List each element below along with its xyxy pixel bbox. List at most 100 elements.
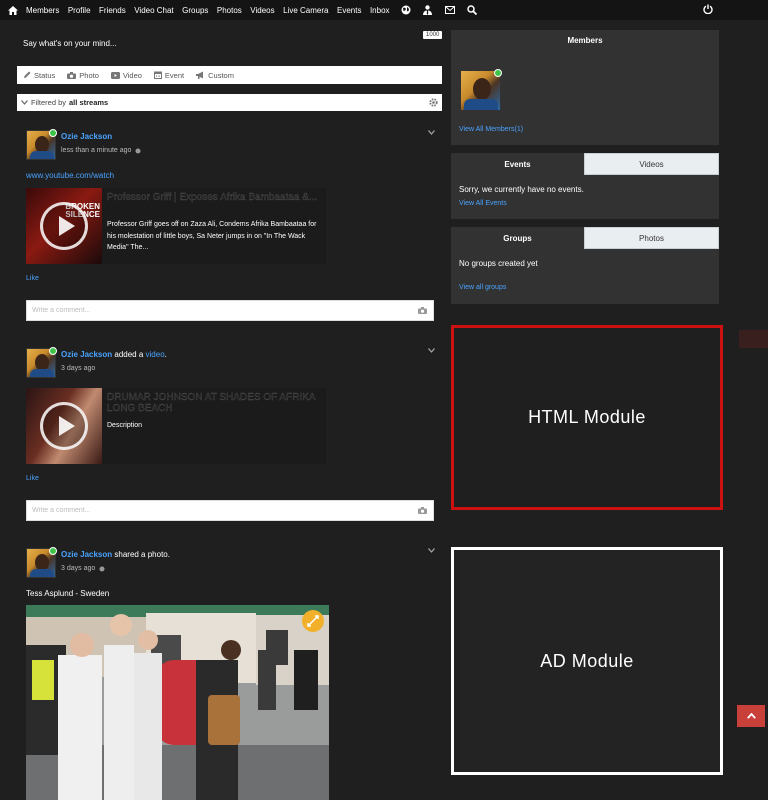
home-icon[interactable]: [0, 5, 26, 15]
side-tab-button[interactable]: [739, 330, 768, 348]
online-indicator: [49, 547, 57, 555]
tab-custom-label: Custom: [208, 70, 234, 80]
like-button[interactable]: Like: [26, 275, 39, 282]
post-action: added a: [114, 350, 144, 359]
post-action: shared a photo.: [114, 550, 170, 559]
stream-filter[interactable]: Filtered by all streams: [17, 94, 442, 111]
play-icon[interactable]: [40, 202, 88, 250]
avatar[interactable]: [26, 547, 57, 578]
view-all-events-link[interactable]: View All Events: [459, 200, 507, 207]
post-options-icon[interactable]: [428, 130, 435, 135]
tab-photos[interactable]: Photos: [584, 227, 719, 249]
avatar[interactable]: [26, 129, 57, 160]
online-indicator: [49, 347, 57, 355]
bullhorn-icon: [196, 71, 204, 79]
feed-post: Ozie Jackson shared a photo. 3 days ago: [26, 547, 436, 578]
post-author-name[interactable]: Ozie Jackson: [61, 550, 112, 559]
embed-title[interactable]: Professor Griff | Exposes Afrika Bambaat…: [107, 192, 322, 203]
camera-icon[interactable]: [418, 507, 427, 516]
tab-video[interactable]: Video: [110, 70, 142, 80]
tab-status-label: Status: [34, 70, 56, 80]
video-embed[interactable]: BROKEN SILENCE Professor Griff | Exposes…: [26, 188, 326, 264]
video-thumbnail[interactable]: [26, 388, 102, 464]
tab-groups[interactable]: Groups: [451, 227, 584, 249]
char-counter: 1000: [423, 31, 443, 39]
comment-placeholder: Write a comment...: [32, 507, 91, 514]
filter-prefix: Filtered by: [31, 98, 67, 107]
nav-events[interactable]: Events: [337, 6, 361, 15]
post-author[interactable]: Ozie Jackson: [61, 132, 112, 141]
members-widget: Members View All Members(1): [451, 30, 719, 145]
groups-widget: Groups Photos No groups created yet View…: [451, 227, 719, 304]
tab-events[interactable]: Events: [451, 153, 584, 175]
video-icon: [110, 71, 120, 79]
post-options-icon[interactable]: [428, 348, 435, 353]
feed-post: Ozie Jackson less than a minute ago: [26, 129, 436, 160]
tab-photo-label: Photo: [79, 70, 99, 80]
globe-privacy-icon[interactable]: [135, 148, 141, 154]
online-indicator: [494, 69, 502, 77]
comment-input[interactable]: Write a comment...: [26, 300, 434, 321]
members-title: Members: [567, 36, 603, 45]
embed-description: Professor Griff goes off on Zaza Ali, Co…: [107, 221, 317, 251]
nav-groups[interactable]: Groups: [182, 6, 208, 15]
globe-privacy-icon[interactable]: [99, 566, 105, 572]
nav-friends[interactable]: Friends: [99, 6, 126, 15]
events-empty-message: Sorry, we currently have no events.: [459, 185, 584, 194]
globe-icon[interactable]: [398, 4, 413, 16]
html-module: HTML Module: [451, 325, 723, 510]
nav-live-camera[interactable]: Live Camera: [283, 6, 328, 15]
video-thumbnail[interactable]: BROKEN SILENCE: [26, 188, 102, 264]
view-all-groups-link[interactable]: View all groups: [459, 284, 506, 291]
calendar-icon: [153, 71, 162, 79]
shared-photo[interactable]: [26, 605, 329, 800]
embed-title[interactable]: DRUMAR JOHNSON AT SHADES OF AFRIKA LONG …: [107, 392, 322, 414]
user-tie-icon[interactable]: [420, 4, 435, 16]
pencil-icon: [24, 71, 31, 78]
post-link[interactable]: www.youtube.com/watch: [26, 171, 114, 180]
post-author: Ozie Jackson shared a photo.: [61, 550, 170, 559]
power-icon[interactable]: [703, 4, 713, 16]
tab-custom[interactable]: Custom: [196, 71, 234, 80]
comment-placeholder: Write a comment...: [32, 307, 91, 314]
filter-value: all streams: [69, 98, 109, 107]
tab-event-label: Event: [164, 70, 185, 80]
member-avatar[interactable]: [460, 69, 502, 111]
nav-inbox[interactable]: Inbox: [370, 6, 390, 15]
nav-profile[interactable]: Profile: [68, 6, 91, 15]
composer-tabs: Status Photo Video Event Custom: [17, 66, 442, 84]
nav-members[interactable]: Members: [26, 6, 59, 15]
post-time: less than a minute ago: [61, 147, 132, 154]
camera-icon[interactable]: [418, 307, 427, 316]
scroll-to-top-button[interactable]: [737, 705, 765, 727]
view-all-members-link[interactable]: View All Members(1): [459, 126, 523, 133]
post-options-icon[interactable]: [428, 548, 435, 553]
tab-video-label: Video: [122, 70, 142, 80]
street-scene-image: [26, 605, 329, 800]
gear-icon[interactable]: [429, 98, 438, 109]
envelope-icon[interactable]: [442, 4, 457, 16]
ad-module: AD Module: [451, 547, 723, 775]
nav-photos[interactable]: Photos: [217, 6, 242, 15]
tab-photo[interactable]: Photo: [67, 71, 99, 80]
composer-prompt[interactable]: Say what's on your mind...: [23, 39, 117, 48]
post-meta: 3 days ago: [61, 365, 95, 372]
chevron-up-icon: [746, 713, 756, 719]
video-embed[interactable]: DRUMAR JOHNSON AT SHADES OF AFRIKA LONG …: [26, 388, 326, 464]
feed-post: Ozie Jackson added a video. 3 days ago: [26, 347, 436, 378]
post-author: Ozie Jackson added a video.: [61, 350, 167, 359]
post-author-name[interactable]: Ozie Jackson: [61, 350, 112, 359]
nav-videos[interactable]: Videos: [250, 6, 274, 15]
like-button[interactable]: Like: [26, 475, 39, 482]
tab-status[interactable]: Status: [23, 71, 55, 80]
comment-input[interactable]: Write a comment...: [26, 500, 434, 521]
tab-videos[interactable]: Videos: [584, 153, 719, 175]
post-action-link[interactable]: video: [146, 350, 165, 359]
search-icon[interactable]: [464, 4, 479, 16]
post-time: 3 days ago: [61, 565, 96, 572]
nav-video-chat[interactable]: Video Chat: [134, 6, 173, 15]
play-icon[interactable]: [40, 402, 88, 450]
avatar[interactable]: [26, 347, 57, 378]
tab-event[interactable]: Event: [153, 70, 185, 80]
online-indicator: [49, 129, 57, 137]
